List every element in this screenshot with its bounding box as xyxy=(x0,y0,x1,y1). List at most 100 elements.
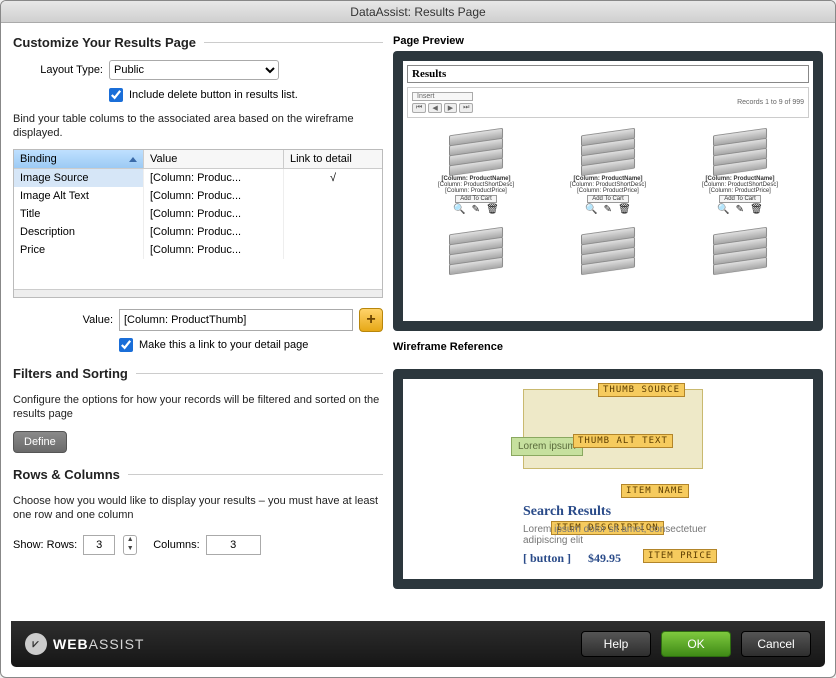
cell-link xyxy=(284,187,382,205)
page-preview-content: Results Insert ⏮ ◀ ▶ ⏭ Records 1 to 9 of… xyxy=(403,61,813,321)
delete-icon: 🗑 xyxy=(486,204,499,215)
preview-results-heading: Results xyxy=(412,68,446,80)
define-button[interactable]: Define xyxy=(13,431,67,453)
edit-icon: ✎ xyxy=(736,204,744,215)
tag-thumb-source: THUMB SOURCE xyxy=(598,383,685,397)
product-thumb-icon xyxy=(446,221,506,273)
product-thumb-icon xyxy=(446,122,506,174)
preview-add-to-cart: Add To Cart xyxy=(719,195,761,203)
tag-thumb-alt: THUMB ALT TEXT xyxy=(573,434,673,448)
preview-card xyxy=(677,221,803,275)
window-title: DataAssist: Results Page xyxy=(1,1,835,23)
preview-card xyxy=(545,221,671,275)
cell-link xyxy=(284,205,382,223)
preview-card: [Column: ProductName] [Column: ProductSh… xyxy=(413,122,539,215)
col-value-header[interactable]: Value xyxy=(144,150,284,168)
filters-description: Configure the options for how your recor… xyxy=(13,393,383,422)
stepper-up-icon[interactable]: ▲ xyxy=(124,536,136,545)
preview-toolbar: Insert ⏮ ◀ ▶ ⏭ Records 1 to 9 of 999 xyxy=(407,87,809,118)
cell-value: [Column: Produc... xyxy=(144,205,284,223)
bind-description: Bind your table colums to the associated… xyxy=(13,112,383,141)
table-row[interactable]: Image Source [Column: Produc... √ xyxy=(14,169,382,187)
next-page-icon: ▶ xyxy=(444,103,457,113)
brand-assist: ASSIST xyxy=(89,636,145,652)
preview-add-to-cart: Add To Cart xyxy=(587,195,629,203)
dialog-window: DataAssist: Results Page Customize Your … xyxy=(0,0,836,678)
right-column: Page Preview Results Insert ⏮ ◀ ▶ ⏭ xyxy=(393,35,823,611)
preview-add-to-cart: Add To Cart xyxy=(455,195,497,203)
search-icon: 🔍 xyxy=(717,204,729,215)
brand-web: WEB xyxy=(53,636,89,652)
show-rows-label: Show: Rows: xyxy=(13,539,77,551)
layout-type-select[interactable]: Public xyxy=(109,60,279,80)
webassist-logo: ⩗ WEBASSIST xyxy=(25,633,144,655)
wireframe-panel: THUMB SOURCE Lorem ipsum THUMB ALT TEXT … xyxy=(393,369,823,589)
edit-icon: ✎ xyxy=(472,204,480,215)
table-row[interactable]: Description [Column: Produc... xyxy=(14,223,382,241)
link-detail-checkbox[interactable] xyxy=(119,338,133,352)
wireframe-lorem-text: Lorem ipsum dolor sit amet, consectetuer… xyxy=(523,524,723,546)
delete-icon: 🗑 xyxy=(618,204,631,215)
wireframe-search-results: Search Results xyxy=(523,504,611,520)
content-area: Customize Your Results Page Layout Type:… xyxy=(1,23,835,611)
preview-card xyxy=(413,221,539,275)
rowscols-heading: Rows & Columns xyxy=(13,467,383,482)
dialog-footer: ⩗ WEBASSIST Help OK Cancel xyxy=(11,621,825,667)
preview-card: [Column: ProductName] [Column: ProductSh… xyxy=(545,122,671,215)
cell-binding: Description xyxy=(14,223,144,241)
tag-item-name: ITEM NAME xyxy=(621,484,689,498)
filters-heading: Filters and Sorting xyxy=(13,366,383,381)
cell-value: [Column: Produc... xyxy=(144,241,284,259)
wireframe-label: Wireframe Reference xyxy=(393,341,823,353)
link-detail-label: Make this a link to your detail page xyxy=(139,339,308,351)
rows-stepper[interactable]: ▲▼ xyxy=(123,535,137,555)
page-preview-panel: Results Insert ⏮ ◀ ▶ ⏭ Records 1 to 9 of… xyxy=(393,51,823,331)
product-thumb-icon xyxy=(710,122,770,174)
wireframe-thumb-area xyxy=(523,389,703,469)
cell-value: [Column: Produc... xyxy=(144,223,284,241)
table-header: Binding Value Link to detail xyxy=(14,150,382,169)
columns-input[interactable] xyxy=(206,535,261,555)
preview-pagination: ⏮ ◀ ▶ ⏭ xyxy=(412,103,473,113)
include-delete-label: Include delete button in results list. xyxy=(129,89,298,101)
col-binding-header[interactable]: Binding xyxy=(14,150,144,168)
wireframe-content: THUMB SOURCE Lorem ipsum THUMB ALT TEXT … xyxy=(403,379,813,579)
preview-insert-button: Insert xyxy=(412,92,473,101)
add-value-button[interactable]: + xyxy=(359,308,383,332)
cell-binding: Title xyxy=(14,205,144,223)
cancel-button[interactable]: Cancel xyxy=(741,631,811,657)
preview-product-price: [Column: ProductPrice] xyxy=(577,188,639,194)
first-page-icon: ⏮ xyxy=(412,103,426,113)
ok-button[interactable]: OK xyxy=(661,631,731,657)
col-link-header[interactable]: Link to detail xyxy=(284,150,382,168)
left-column: Customize Your Results Page Layout Type:… xyxy=(13,35,383,611)
product-thumb-icon xyxy=(710,221,770,273)
table-row[interactable]: Price [Column: Produc... xyxy=(14,241,382,259)
include-delete-checkbox[interactable] xyxy=(109,88,123,102)
table-row[interactable]: Image Alt Text [Column: Produc... xyxy=(14,187,382,205)
rows-input[interactable] xyxy=(83,535,115,555)
tag-item-price: ITEM PRICE xyxy=(643,549,717,563)
rowscols-description: Choose how you would like to display you… xyxy=(13,494,383,523)
cell-value: [Column: Produc... xyxy=(144,187,284,205)
table-body: Image Source [Column: Produc... √ Image … xyxy=(14,169,382,289)
table-scrollbar[interactable] xyxy=(14,289,382,297)
page-preview-label: Page Preview xyxy=(393,35,823,47)
search-icon: 🔍 xyxy=(453,204,465,215)
table-row[interactable]: Title [Column: Produc... xyxy=(14,205,382,223)
preview-records-text: Records 1 to 9 of 999 xyxy=(737,99,804,106)
cell-value: [Column: Produc... xyxy=(144,169,284,187)
value-input[interactable] xyxy=(119,309,353,331)
wireframe-button: [ button ] xyxy=(523,551,571,566)
preview-product-price: [Column: ProductPrice] xyxy=(709,188,771,194)
stepper-down-icon[interactable]: ▼ xyxy=(124,545,136,554)
columns-label: Columns: xyxy=(153,539,199,551)
help-button[interactable]: Help xyxy=(581,631,651,657)
cell-link: √ xyxy=(284,169,382,187)
wireframe-price: $49.95 xyxy=(588,551,621,566)
product-thumb-icon xyxy=(578,122,638,174)
value-label: Value: xyxy=(13,314,113,326)
binding-table[interactable]: Binding Value Link to detail Image Sourc… xyxy=(13,149,383,298)
search-icon: 🔍 xyxy=(585,204,597,215)
layout-type-label: Layout Type: xyxy=(23,64,103,76)
